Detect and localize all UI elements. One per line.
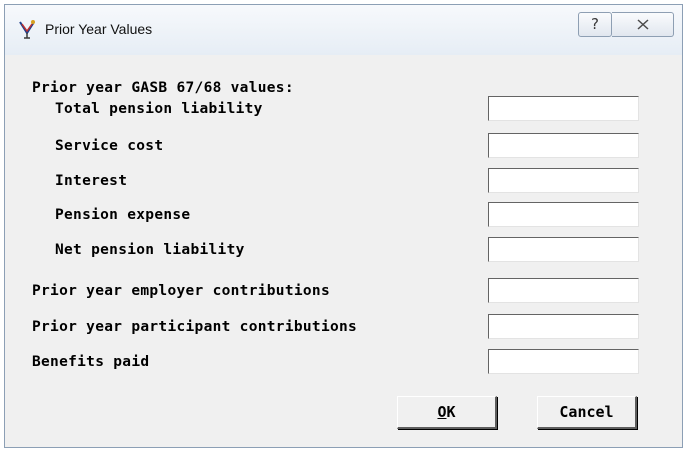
ok-label-rest: K <box>446 403 456 421</box>
close-icon <box>636 19 649 30</box>
pension-expense-field[interactable] <box>488 202 639 227</box>
interest-field[interactable] <box>488 168 639 193</box>
section-header: Prior year GASB 67/68 values: <box>32 80 294 96</box>
service-cost-field[interactable] <box>488 133 639 158</box>
total-pension-liability-field[interactable] <box>488 96 639 121</box>
net-pension-liability-field[interactable] <box>488 237 639 262</box>
ok-button[interactable]: OK <box>397 396 497 429</box>
prior-year-employer-contributions-field[interactable] <box>488 278 639 303</box>
prior-year-participant-contributions-field[interactable] <box>488 314 639 339</box>
cancel-button[interactable]: Cancel <box>537 396 637 429</box>
help-button[interactable]: ? <box>578 12 612 37</box>
benefits-paid-field[interactable] <box>488 349 639 374</box>
title-bar: Prior Year Values ? <box>5 5 682 56</box>
label-benefits-paid: Benefits paid <box>32 354 150 370</box>
label-interest: Interest <box>55 173 128 189</box>
prior-year-values-dialog: Prior Year Values ? Prior year GASB 67/6… <box>4 4 683 448</box>
app-icon <box>16 18 38 40</box>
label-pension-expense: Pension expense <box>55 207 191 223</box>
label-prior-year-employer-contributions: Prior year employer contributions <box>32 283 330 299</box>
label-prior-year-participant-contributions: Prior year participant contributions <box>32 319 358 335</box>
label-service-cost: Service cost <box>55 138 164 154</box>
help-icon: ? <box>591 15 599 33</box>
label-net-pension-liability: Net pension liability <box>55 242 245 258</box>
label-total-pension-liability: Total pension liability <box>55 101 263 117</box>
ok-mnemonic: O <box>437 403 447 421</box>
dialog-body: Prior year GASB 67/68 values: Total pens… <box>5 55 682 447</box>
close-button[interactable] <box>612 12 674 37</box>
window-title: Prior Year Values <box>45 21 153 37</box>
